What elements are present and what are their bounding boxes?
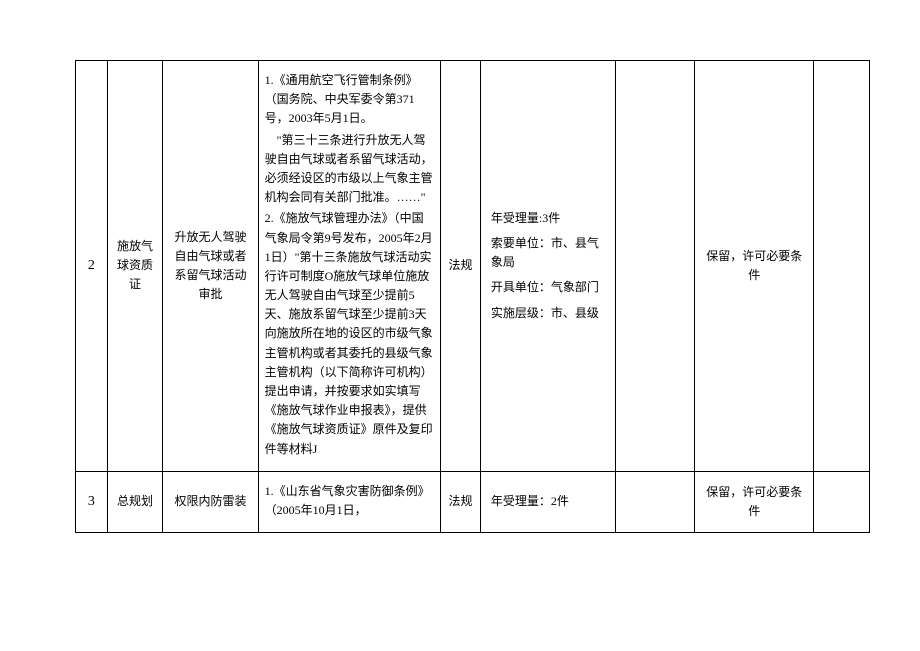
review-result: 保留，许可必要条件 <box>695 61 814 472</box>
table-row: 3 总规划 权限内防雷装 1.《山东省气象灾害防御条例》（2005年10月1日，… <box>76 471 870 532</box>
regulation-table: 2 施放气球资质证 升放无人驾驶自由气球或者系留气球活动审批 1.《通用航空飞行… <box>75 60 870 533</box>
basis-paragraph: "第三十三条进行升放无人驾驶自由气球或者系留气球活动，必须经设区的市级以上气象主… <box>265 131 435 208</box>
info-line: 索要单位：市、县气象局 <box>491 234 609 272</box>
blank-cell <box>615 471 694 532</box>
info-line: 实施层级：市、县级 <box>491 304 609 323</box>
certificate-name: 施放气球资质证 <box>107 61 163 472</box>
legal-basis: 1.《山东省气象灾害防御条例》（2005年10月1日， <box>258 471 441 532</box>
basis-type: 法规 <box>441 61 481 472</box>
item-name: 权限内防雷装 <box>163 471 258 532</box>
info-line: 年受理量:3件 <box>491 209 609 228</box>
basis-type: 法规 <box>441 471 481 532</box>
basis-paragraph: 1.《通用航空飞行管制条例》（国务院、中央军委令第371号，2003年5月1日。 <box>265 71 435 129</box>
processing-info: 年受理量:3件 索要单位：市、县气象局 开具单位：气象部门 实施层级：市、县级 <box>480 61 615 472</box>
processing-info: 年受理量：2件 <box>480 471 615 532</box>
table-row: 2 施放气球资质证 升放无人驾驶自由气球或者系留气球活动审批 1.《通用航空飞行… <box>76 61 870 472</box>
basis-paragraph: 2.《施放气球管理办法》（中国气象局令第9号发布，2005年2月1日）"第十三条… <box>265 209 435 458</box>
basis-paragraph: 1.《山东省气象灾害防御条例》（2005年10月1日， <box>265 482 435 520</box>
blank-cell <box>814 471 870 532</box>
legal-basis: 1.《通用航空飞行管制条例》（国务院、中央军委令第371号，2003年5月1日。… <box>258 61 441 472</box>
blank-cell <box>814 61 870 472</box>
review-result: 保留，许可必要条件 <box>695 471 814 532</box>
row-number: 2 <box>76 61 108 472</box>
item-name: 升放无人驾驶自由气球或者系留气球活动审批 <box>163 61 258 472</box>
info-line: 开具单位：气象部门 <box>491 278 609 297</box>
blank-cell <box>615 61 694 472</box>
row-number: 3 <box>76 471 108 532</box>
certificate-name: 总规划 <box>107 471 163 532</box>
info-line: 年受理量：2件 <box>491 492 609 511</box>
